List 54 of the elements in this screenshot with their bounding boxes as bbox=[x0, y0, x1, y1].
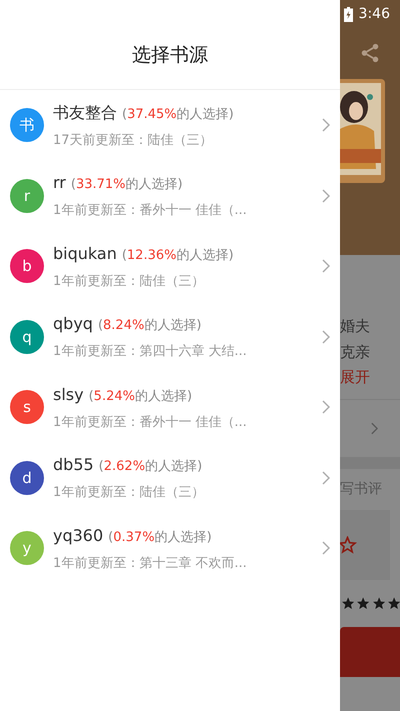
update-info: 1年前更新至：陆佳（三） bbox=[53, 484, 206, 502]
avatar: r bbox=[10, 178, 44, 213]
chevron-right-icon bbox=[322, 541, 330, 556]
share-text: (37.45%的人选择) bbox=[122, 106, 234, 124]
battery-icon bbox=[344, 6, 353, 22]
source-name: 书友整合 bbox=[53, 102, 117, 124]
avatar: s bbox=[10, 390, 44, 424]
update-info: 1年前更新至：陆佳（三） bbox=[53, 272, 206, 290]
source-name: slsy bbox=[53, 384, 84, 406]
source-name: rr bbox=[53, 172, 66, 194]
intro-text: 婚夫 bbox=[340, 316, 371, 337]
share-text: (33.71%的人选择) bbox=[70, 176, 183, 194]
share-text: (5.24%的人选择) bbox=[88, 388, 192, 406]
star-icon bbox=[388, 596, 400, 611]
update-info: 17天前更新至：陆佳（三） bbox=[53, 132, 214, 150]
source-item[interactable]: s slsy (5.24%的人选择) 1年前更新至：番外十一 佳佳（... bbox=[0, 372, 340, 442]
source-name: yq360 bbox=[53, 524, 104, 546]
source-item[interactable]: y yq360 (0.37%的人选择) 1年前更新至：第十三章 不欢而... bbox=[0, 513, 340, 584]
source-item[interactable]: r rr (33.71%的人选择) 1年前更新至：番外十一 佳佳（... bbox=[0, 160, 340, 231]
source-item[interactable]: b biqukan (12.36%的人选择) 1年前更新至：陆佳（三） bbox=[0, 231, 340, 302]
share-text: (0.37%的人选择) bbox=[108, 528, 212, 546]
intro-text: 克亲 bbox=[340, 342, 371, 363]
status-time: 3:46 bbox=[358, 4, 390, 24]
share-icon[interactable] bbox=[359, 42, 381, 64]
chevron-right-icon bbox=[322, 118, 330, 132]
avatar: d bbox=[10, 460, 44, 495]
share-text: (2.62%的人选择) bbox=[98, 458, 202, 476]
star-icon bbox=[372, 596, 385, 611]
star-icon bbox=[342, 596, 354, 611]
chevron-right-icon bbox=[371, 422, 378, 435]
update-info: 1年前更新至：第四十六章 大结... bbox=[53, 343, 248, 361]
source-name: qbyq bbox=[53, 313, 93, 335]
share-text: (8.24%的人选择) bbox=[98, 317, 202, 335]
source-item[interactable]: 书 书友整合 (37.45%的人选择) 17天前更新至：陆佳（三） bbox=[0, 90, 340, 160]
avatar: b bbox=[10, 249, 44, 284]
source-name: biqukan bbox=[53, 242, 117, 264]
star-outline-icon bbox=[340, 536, 358, 554]
avatar: y bbox=[10, 531, 44, 566]
avatar: 书 bbox=[10, 108, 44, 142]
update-info: 1年前更新至：番外十一 佳佳（... bbox=[53, 202, 248, 220]
chevron-right-icon bbox=[322, 470, 330, 485]
update-info: 1年前更新至：第十三章 不欢而... bbox=[53, 554, 248, 572]
avatar: q bbox=[10, 320, 44, 354]
chevron-right-icon bbox=[322, 400, 330, 414]
chevron-right-icon bbox=[322, 330, 330, 344]
update-info: 1年前更新至：番外十一 佳佳（... bbox=[53, 414, 248, 432]
chevron-right-icon bbox=[322, 259, 330, 274]
drawer-title: 选择书源 bbox=[132, 42, 208, 68]
source-name: db55 bbox=[53, 454, 94, 476]
chevron-right-icon bbox=[322, 188, 330, 203]
source-item[interactable]: q qbyq (8.24%的人选择) 1年前更新至：第四十六章 大结... bbox=[0, 302, 340, 372]
share-text: (12.36%的人选择) bbox=[122, 246, 234, 264]
star-icon bbox=[357, 596, 370, 611]
source-item[interactable]: d db55 (2.62%的人选择) 1年前更新至：陆佳（三） bbox=[0, 442, 340, 513]
